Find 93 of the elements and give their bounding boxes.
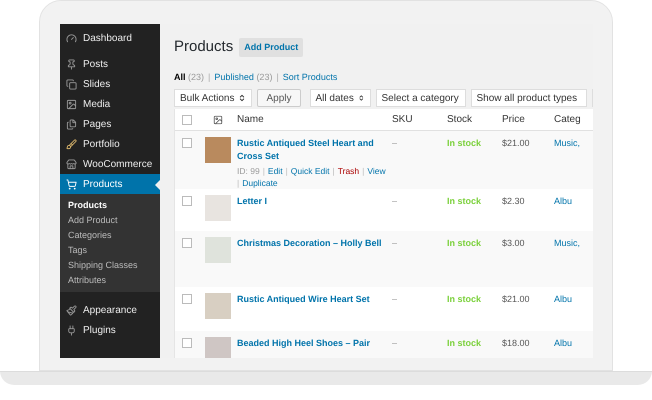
- sku-cell-text: –: [392, 293, 398, 306]
- sidebar-item[interactable]: Slides: [60, 74, 160, 94]
- pages-icon: [66, 118, 77, 130]
- store-icon: [66, 158, 77, 170]
- submenu-item[interactable]: Categories: [60, 228, 160, 243]
- sidebar-item[interactable]: Portfolio: [60, 134, 160, 154]
- row-action-link[interactable]: Duplicate: [242, 177, 278, 189]
- filter-link[interactable]: Sort Products: [282, 70, 338, 84]
- sidebar-item[interactable]: Plugins: [60, 320, 160, 340]
- separator: |: [262, 165, 265, 177]
- photo-placeholder: [205, 293, 231, 319]
- sidebar-item[interactable]: Appearance: [60, 300, 160, 320]
- product-name-link[interactable]: Christmas Decoration – Holly Bell: [237, 237, 386, 250]
- caret-icon: [358, 94, 364, 102]
- product-id: ID: 99: [237, 165, 260, 177]
- column-header: Categ: [554, 113, 581, 127]
- column-header: Stock: [447, 113, 474, 127]
- stock-status: In stock: [447, 293, 482, 306]
- caret-icon: [238, 94, 246, 102]
- add-product-button[interactable]: Add Product: [239, 38, 304, 57]
- stock-status: In stock: [447, 237, 482, 250]
- column-header: Name: [237, 113, 265, 127]
- row-action-link[interactable]: Edit: [268, 165, 283, 177]
- checkbox[interactable]: [182, 338, 192, 348]
- price-cell-text: $21.00: [502, 293, 531, 306]
- brush-icon: [66, 138, 77, 150]
- paintbrush-icon: [66, 304, 77, 316]
- row-action-link[interactable]: Trash: [338, 165, 360, 177]
- stock-status: In stock: [447, 337, 482, 350]
- product-name-link[interactable]: Letter I: [237, 195, 386, 208]
- page-title: Products: [174, 37, 234, 57]
- submenu-item[interactable]: Shipping Classes: [60, 258, 160, 273]
- submenu-item[interactable]: Attributes: [60, 273, 160, 288]
- sku-cell-text: –: [392, 337, 398, 350]
- submenu-item[interactable]: Add Product: [60, 213, 160, 228]
- separator: |: [276, 70, 279, 84]
- category-link[interactable]: Albu: [554, 293, 572, 306]
- category-link[interactable]: Music,: [554, 237, 580, 250]
- category-link[interactable]: Albu: [554, 195, 572, 208]
- gauge-icon: [66, 32, 77, 44]
- column-header: SKU: [392, 113, 414, 127]
- category-link[interactable]: Music,: [554, 137, 580, 150]
- separator: |: [237, 177, 240, 189]
- filter-link[interactable]: Published (23): [214, 70, 272, 84]
- sidebar-item[interactable]: Dashboard: [60, 28, 160, 48]
- separator: |: [208, 70, 210, 84]
- sku-cell-text: –: [392, 195, 398, 208]
- sidebar-item[interactable]: Posts: [60, 54, 160, 74]
- column-header: Price: [502, 113, 526, 127]
- checkbox[interactable]: [182, 138, 192, 148]
- dropdown[interactable]: All dates: [310, 89, 370, 107]
- stock-status: In stock: [447, 195, 482, 208]
- photo-placeholder: [205, 337, 231, 358]
- apply-button[interactable]: Apply: [257, 89, 300, 107]
- dropdown[interactable]: Bulk Actions: [174, 89, 252, 107]
- sidebar-item[interactable]: Products: [60, 174, 160, 194]
- sku-cell-text: –: [392, 137, 398, 150]
- pin-icon: [66, 58, 77, 70]
- submenu-item[interactable]: Tags: [60, 243, 160, 258]
- photo-placeholder: [205, 195, 231, 221]
- sidebar-item[interactable]: Media: [60, 94, 160, 114]
- price-cell-text: $2.30: [502, 195, 526, 208]
- row-action-link[interactable]: View: [367, 165, 386, 177]
- separator: |: [362, 165, 364, 177]
- cart-icon: [66, 178, 77, 190]
- product-name-link[interactable]: Rustic Antiqued Wire Heart Set: [237, 293, 386, 306]
- checkbox[interactable]: [182, 114, 192, 124]
- dropdown[interactable]: Select a category: [376, 89, 466, 107]
- plug-icon: [66, 324, 77, 336]
- dropdown[interactable]: Show all product types: [470, 89, 586, 107]
- image-icon: [66, 98, 77, 110]
- price-cell-text: $3.00: [502, 237, 526, 250]
- category-link[interactable]: Albu: [554, 337, 572, 350]
- product-name-link[interactable]: Rustic Antiqued Steel Heart and Cross Set: [237, 137, 386, 163]
- sku-cell-text: –: [392, 237, 398, 250]
- photo-placeholder: [205, 237, 231, 263]
- separator: |: [286, 165, 288, 177]
- row-action-link[interactable]: Quick Edit: [290, 165, 330, 177]
- image-icon: [213, 114, 223, 124]
- sidebar-item[interactable]: WooCommerce: [60, 154, 160, 174]
- checkbox[interactable]: [182, 196, 192, 206]
- sidebar-item[interactable]: Pages: [60, 114, 160, 134]
- submenu-item[interactable]: Products: [60, 198, 160, 213]
- price-cell-text: $18.00: [502, 337, 531, 350]
- stacked-pages-icon: [66, 78, 77, 90]
- stock-status: In stock: [447, 137, 482, 150]
- price-cell-text: $21.00: [502, 137, 531, 150]
- separator: |: [332, 165, 335, 177]
- checkbox[interactable]: [182, 238, 192, 248]
- filter-link[interactable]: All (23): [174, 70, 204, 84]
- product-name-link[interactable]: Beaded High Heel Shoes – Pair: [237, 337, 386, 350]
- checkbox[interactable]: [182, 294, 192, 304]
- photo-placeholder: [205, 137, 231, 163]
